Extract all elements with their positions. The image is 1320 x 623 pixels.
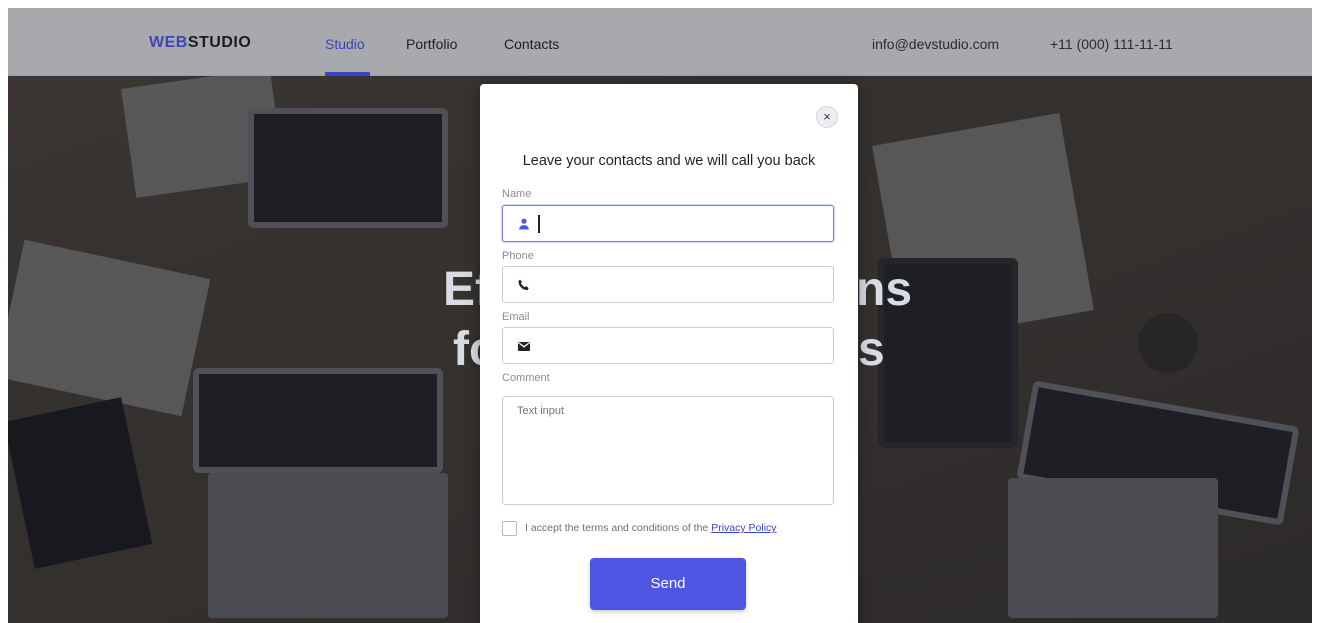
nav-active-indicator bbox=[325, 72, 370, 76]
nav-portfolio[interactable]: Portfolio bbox=[406, 36, 457, 52]
nav-studio[interactable]: Studio bbox=[325, 36, 365, 52]
terms-checkbox[interactable] bbox=[502, 521, 517, 536]
site-header: WEBSTUDIO Studio Portfolio Contacts info… bbox=[8, 8, 1312, 76]
email-field[interactable] bbox=[502, 327, 834, 364]
privacy-policy-link[interactable]: Privacy Policy bbox=[711, 522, 776, 534]
header-phone-link[interactable]: +11 (000) 111-11-11 bbox=[1050, 36, 1173, 52]
comment-textarea[interactable] bbox=[502, 396, 834, 505]
email-label: Email bbox=[502, 311, 530, 323]
send-button[interactable]: Send bbox=[590, 558, 746, 610]
header-email-link[interactable]: info@devstudio.com bbox=[872, 36, 999, 52]
phone-icon bbox=[518, 279, 529, 291]
terms-text: I accept the terms and conditions of the… bbox=[525, 522, 777, 534]
person-icon bbox=[519, 218, 529, 230]
close-button[interactable]: × bbox=[816, 106, 838, 128]
modal-title: Leave your contacts and we will call you… bbox=[522, 153, 816, 169]
phone-field[interactable] bbox=[502, 266, 834, 303]
logo-part1: WEB bbox=[149, 34, 188, 51]
phone-label: Phone bbox=[502, 250, 534, 262]
logo-part2: STUDIO bbox=[187, 34, 252, 51]
close-icon: × bbox=[823, 109, 831, 124]
hero-heading-right: ns bbox=[856, 263, 913, 316]
name-label: Name bbox=[502, 188, 532, 200]
text-caret bbox=[538, 215, 540, 233]
comment-label: Comment bbox=[502, 372, 550, 384]
hero-heading-right: s bbox=[858, 323, 885, 376]
logo[interactable]: WEBSTUDIO bbox=[149, 34, 251, 52]
page: Ef ns fo s WEBSTUDIO Studio Portfolio Co… bbox=[8, 8, 1312, 623]
mail-icon bbox=[518, 342, 530, 351]
name-field[interactable] bbox=[502, 205, 834, 242]
nav-contacts[interactable]: Contacts bbox=[504, 36, 559, 52]
contact-modal: × Leave your contacts and we will call y… bbox=[480, 84, 858, 623]
terms-label: I accept the terms and conditions of the bbox=[525, 522, 709, 534]
